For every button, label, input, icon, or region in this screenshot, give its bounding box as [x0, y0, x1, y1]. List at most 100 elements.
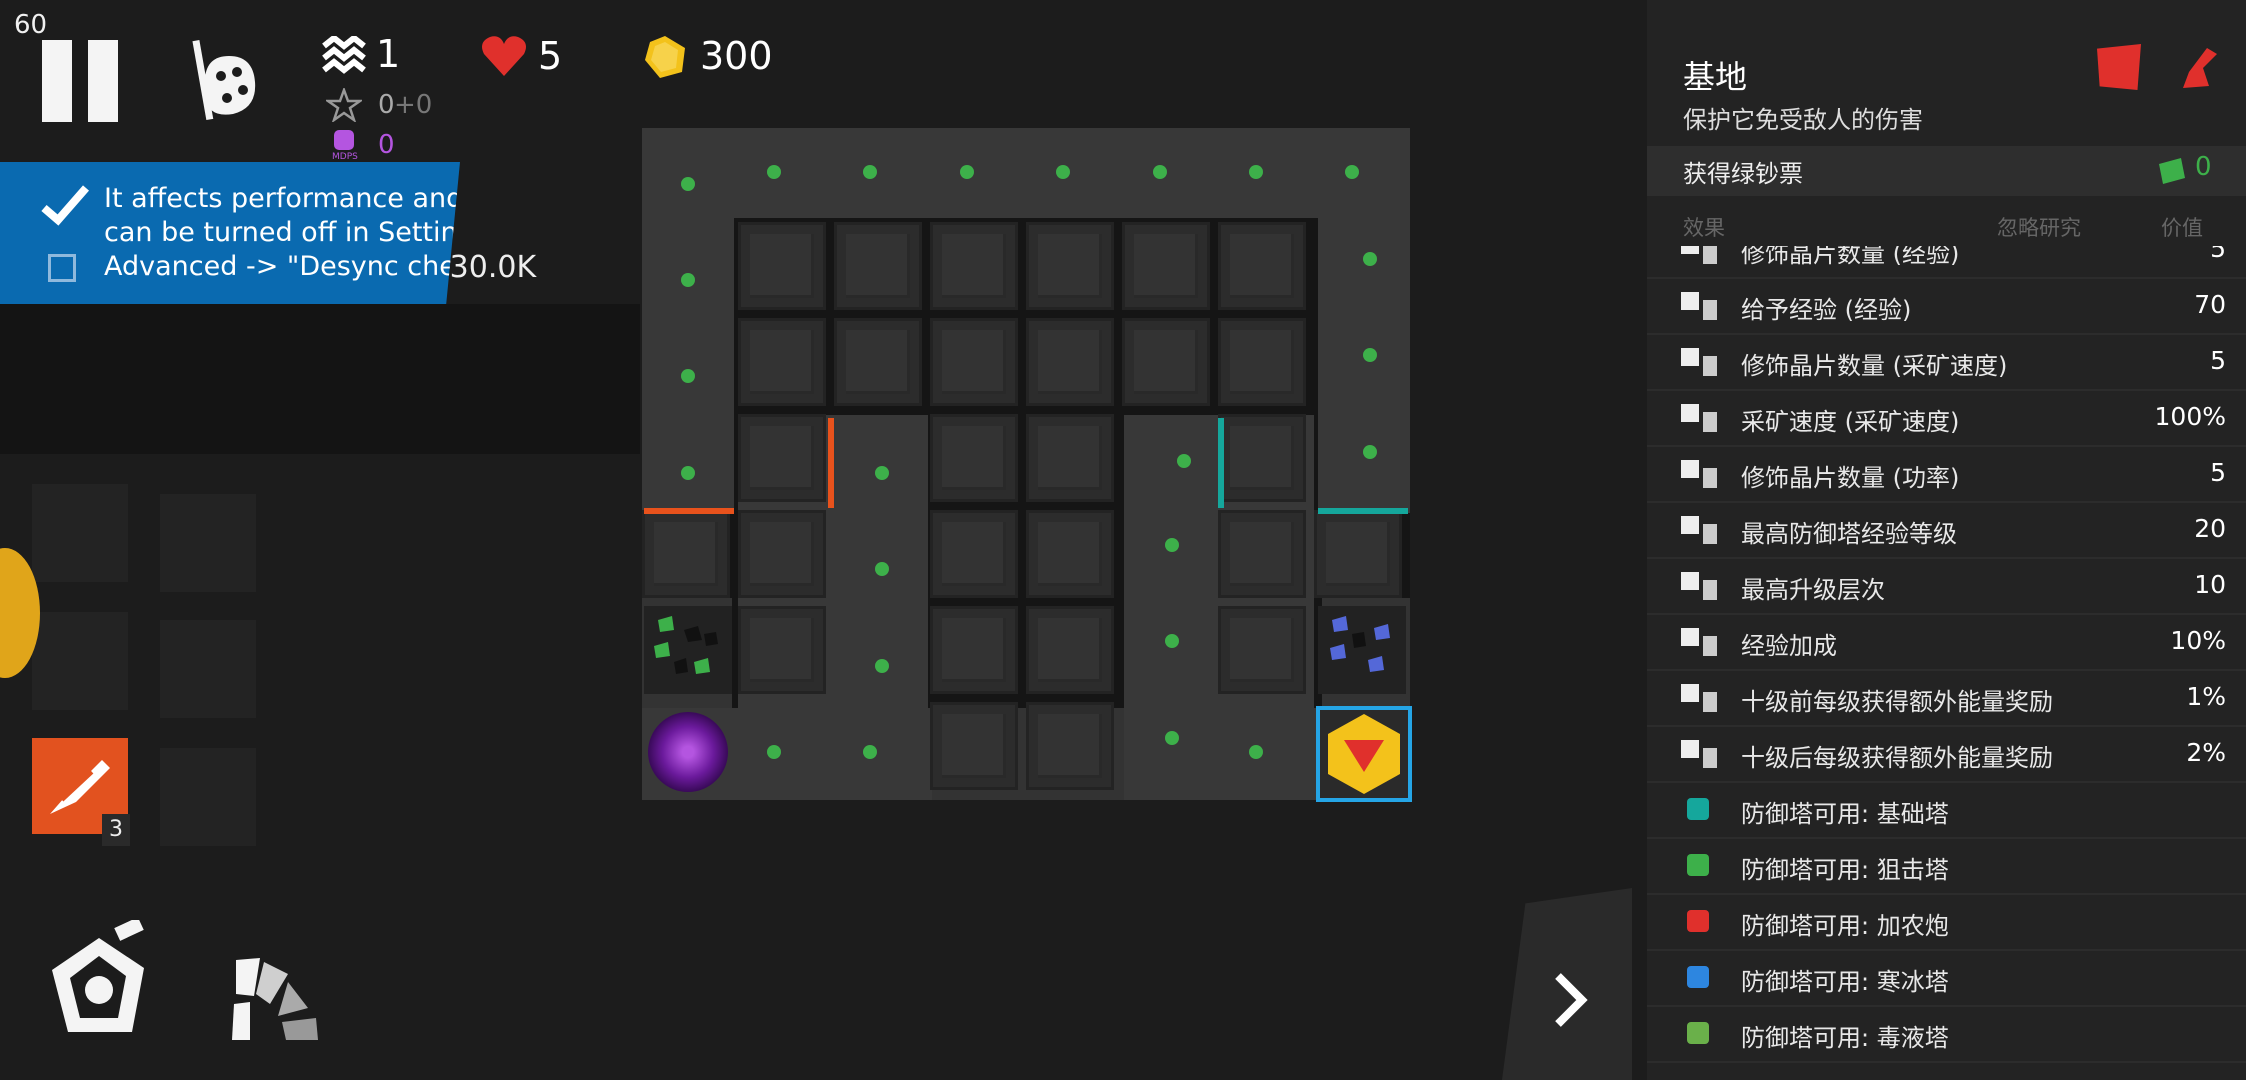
favorite-star-button[interactable] — [2097, 44, 2141, 90]
max-xp-tower-icon — [1677, 510, 1725, 550]
mining-speed-icon — [1677, 398, 1725, 438]
energy-bonus-icon — [1677, 734, 1725, 774]
modifier-slot-icon[interactable] — [1026, 318, 1114, 406]
effect-label: 防御塔可用: 加农炮 — [1741, 912, 1949, 940]
inventory-slot[interactable] — [32, 484, 128, 582]
shard-power-icon — [1677, 454, 1725, 494]
effect-row: 十级前每级获得额外能量奖励 1% — [1647, 670, 2246, 727]
game-map[interactable] — [642, 128, 1412, 802]
heart-icon — [482, 36, 526, 76]
effect-value: 10% — [2170, 626, 2226, 655]
effect-label: 十级后每级获得额外能量奖励 — [1741, 744, 2053, 772]
next-wave-button[interactable] — [1502, 888, 1632, 1080]
effect-value: 2% — [2186, 738, 2226, 767]
effect-label: 最高防御塔经验等级 — [1741, 520, 1957, 548]
left-panel-background — [0, 304, 640, 454]
flask-icon[interactable] — [2179, 46, 2221, 92]
info-panel: 基地 保护它免受敌人的伤害 获得绿钞票 0 效果 忽略研究 价值 修饰晶片数量 … — [1647, 0, 2246, 1080]
col-ignore-research: 忽略研究 — [1997, 216, 2081, 240]
effect-value: 100% — [2154, 402, 2226, 431]
blue-ore-deposit-icon[interactable] — [1318, 606, 1406, 694]
stars-value: 0 — [378, 90, 395, 120]
effect-label: 最高升级层次 — [1741, 576, 1885, 604]
fan-segments-icon — [232, 958, 318, 1040]
wave-counter: 1 — [322, 32, 400, 80]
effects-list[interactable]: 修饰晶片数量 (经验) 5 给予经验 (经验) 70 修饰晶片数量 (采矿速度) 5 采矿速… — [1647, 246, 2246, 1080]
effect-value: 20 — [2194, 514, 2226, 543]
coins-value: 300 — [700, 34, 773, 78]
effect-value: 5 — [2210, 458, 2226, 487]
modifier-slot-icon[interactable] — [1026, 510, 1114, 598]
effect-value: 1% — [2186, 682, 2226, 711]
effect-label: 给予经验 (经验) — [1741, 296, 1912, 324]
cannon-tower-icon — [1677, 902, 1725, 942]
basic-tower-icon — [1677, 790, 1725, 830]
effect-label: 修饰晶片数量 (功率) — [1741, 464, 1960, 492]
modifier-slot-icon[interactable] — [930, 318, 1018, 406]
checkmark-icon — [41, 185, 90, 226]
cosmetics-button[interactable] — [185, 38, 265, 132]
modifier-slot-icon[interactable] — [930, 510, 1018, 598]
green-papers-icon — [2159, 158, 2185, 184]
ability-count: 3 — [102, 814, 130, 846]
hidden-resource-value: 30.0K — [449, 250, 537, 285]
fps-counter: 60 — [14, 10, 48, 40]
shard-mining-icon — [1677, 342, 1725, 382]
abilities-menu-button[interactable] — [226, 956, 326, 1048]
modifier-slot-icon[interactable] — [1026, 702, 1114, 790]
effect-row: 防御塔可用: 加农炮 — [1647, 894, 2246, 951]
stars-counter: 0 +0 — [324, 86, 432, 126]
effect-row: 十级后每级获得额外能量奖励 2% — [1647, 726, 2246, 783]
inventory-slot[interactable] — [160, 494, 256, 592]
effect-row: 防御塔可用: 基础塔 — [1647, 782, 2246, 839]
effect-row: 经验加成 10% — [1647, 614, 2246, 671]
pause-button[interactable] — [38, 40, 122, 122]
effect-label: 经验加成 — [1741, 632, 1837, 660]
effect-row: 采矿速度 (采矿速度) 100% — [1647, 390, 2246, 447]
modifier-slot-icon[interactable] — [930, 606, 1018, 694]
mdps-value: 0 — [378, 130, 395, 160]
coins-counter: 300 — [642, 34, 773, 84]
effect-row: 修饰晶片数量 (功率) 5 — [1647, 446, 2246, 503]
energy-bonus-icon — [1677, 678, 1725, 718]
sniper-tower-icon — [1677, 846, 1725, 886]
modifier-slot-icon[interactable] — [1026, 606, 1114, 694]
desync-notice[interactable]: It affects performance and can be turned… — [0, 162, 460, 304]
ability-button[interactable]: 3 — [32, 738, 130, 846]
inventory-slot[interactable] — [160, 620, 256, 718]
pentagon-tower-icon — [52, 917, 144, 1032]
effect-value: 5 — [2210, 246, 2226, 263]
notice-checkbox[interactable] — [48, 254, 76, 282]
effect-row: 给予经验 (经验) 70 — [1647, 278, 2246, 335]
effect-row: 防御塔可用: 狙击塔 — [1647, 838, 2246, 895]
chevron-right-icon — [1555, 973, 1588, 1027]
player-base[interactable] — [1316, 706, 1412, 802]
modifier-slot-icon[interactable] — [930, 414, 1018, 502]
effect-row: 防御塔可用: 毒液塔 — [1647, 1006, 2246, 1063]
inventory-slot[interactable] — [32, 612, 128, 710]
max-upgrade-icon — [1677, 566, 1725, 606]
effect-label: 采矿速度 (采矿速度) — [1741, 408, 1960, 436]
freezing-tower-icon — [1677, 958, 1725, 998]
reward-bar: 获得绿钞票 0 — [1647, 146, 2246, 196]
enemy-spawn-portal-teal — [1318, 508, 1408, 514]
enemy-spawn-portal-teal — [1218, 418, 1224, 508]
notice-line-1: It affects performance and — [104, 183, 464, 214]
modifier-slot-icon[interactable] — [1026, 414, 1114, 502]
xp-plus-icon — [1677, 286, 1725, 326]
build-menu-button[interactable] — [44, 917, 154, 1054]
panel-title: 基地 — [1683, 58, 1748, 96]
effect-label: 防御塔可用: 狙击塔 — [1741, 856, 1949, 884]
coin-icon — [645, 36, 685, 78]
modifier-slot-icon[interactable] — [930, 702, 1018, 790]
base-core-icon — [1328, 714, 1400, 794]
inventory-slot[interactable] — [160, 748, 256, 846]
green-ore-deposit-icon[interactable] — [644, 606, 732, 694]
effect-row: 最高升级层次 10 — [1647, 558, 2246, 615]
shard-xp-icon — [1677, 246, 1725, 270]
stars-bonus: +0 — [394, 90, 433, 120]
col-effect: 效果 — [1683, 216, 1725, 240]
effect-value: 5 — [2210, 346, 2226, 375]
wave-value: 1 — [376, 32, 401, 76]
effect-label: 防御塔可用: 基础塔 — [1741, 800, 1949, 828]
